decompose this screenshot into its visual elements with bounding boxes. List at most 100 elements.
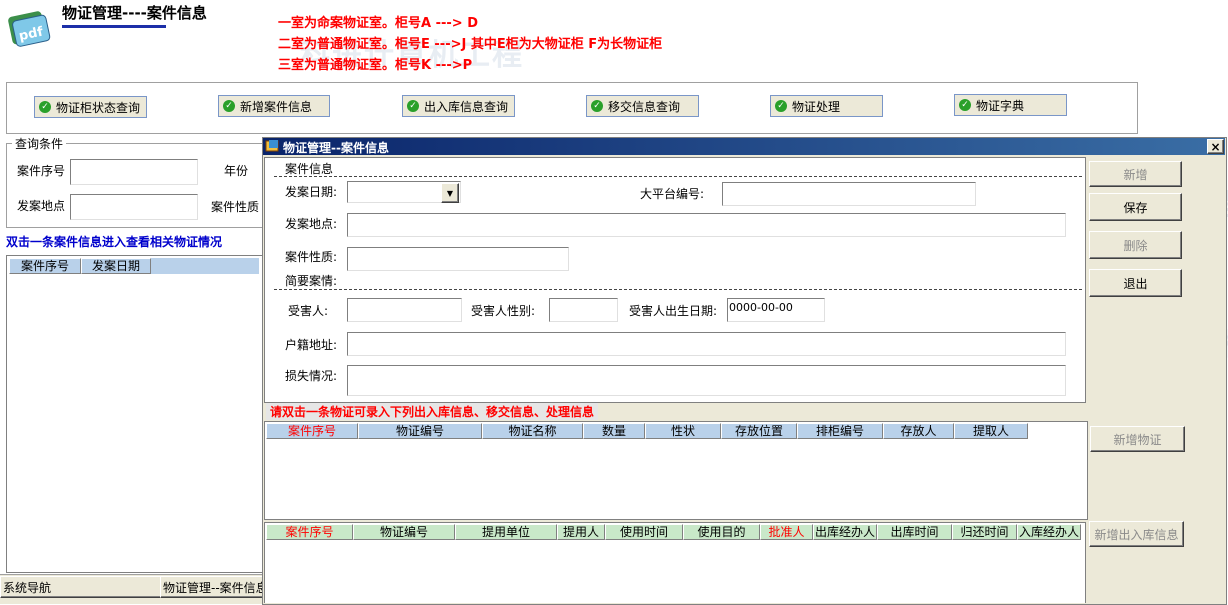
column-header[interactable]: 提用单位	[455, 524, 557, 540]
save-button-label: 保存	[1123, 200, 1148, 215]
add-inout-label: 新增出入库信息	[1094, 527, 1179, 542]
dialog-app-icon	[265, 139, 280, 153]
add-button[interactable]: 新增	[1089, 161, 1182, 187]
nav-button-label: 物证处理	[792, 99, 841, 114]
check-icon: ✓	[959, 99, 971, 111]
column-header[interactable]: 数量	[583, 423, 645, 439]
nav-evidence-dictionary-button[interactable]: ✓ 物证字典	[954, 94, 1067, 116]
summary-label: 简要案情:	[285, 274, 338, 288]
column-header[interactable]: 出库经办人	[813, 524, 877, 540]
close-icon: ×	[1210, 139, 1221, 154]
nav-button-label: 移交信息查询	[608, 99, 681, 114]
nav-button-label: 物证字典	[976, 98, 1025, 113]
location-field-label: 发案地点:	[285, 217, 338, 231]
app-logo-icon: pdf	[6, 8, 52, 48]
nature-field-input[interactable]	[347, 247, 569, 271]
nav-evidence-handling-button[interactable]: ✓ 物证处理	[770, 95, 883, 117]
victim-input[interactable]	[347, 298, 462, 322]
add-inout-button[interactable]: 新增出入库信息	[1089, 521, 1184, 547]
column-header[interactable]: 性状	[645, 423, 721, 439]
dialog-title: 物证管理--案件信息	[283, 141, 389, 155]
check-icon: ✓	[775, 100, 787, 112]
evidence-grid[interactable]: 案件序号 物证编号 物证名称 数量 性状 存放位置 排柜编号 存放人 提取人	[264, 421, 1088, 520]
room-notes: 一室为命案物证室。柜号A ---> D 二室为普通物证室。柜号E --->J 其…	[278, 13, 662, 76]
add-evidence-button[interactable]: 新增物证	[1090, 426, 1185, 452]
check-icon: ✓	[39, 101, 51, 113]
taskbar-system-nav[interactable]: 系统导航	[0, 576, 162, 598]
column-header[interactable]: 物证名称	[482, 423, 583, 439]
victim-sex-label: 受害人性别:	[471, 304, 536, 318]
check-icon: ✓	[407, 100, 419, 112]
nav-cabinet-status-button[interactable]: ✓ 物证柜状态查询	[34, 96, 147, 118]
column-header[interactable]: 归还时间	[952, 524, 1017, 540]
evidence-grid-header: 案件序号 物证编号 物证名称 数量 性状 存放位置 排柜编号 存放人 提取人	[266, 423, 1028, 439]
nav-button-label: 物证柜状态查询	[56, 100, 141, 115]
chevron-down-icon[interactable]: ▼	[441, 183, 459, 203]
column-header[interactable]: 存放位置	[721, 423, 797, 439]
location-field-input[interactable]	[347, 213, 1066, 237]
delete-button[interactable]: 删除	[1089, 231, 1182, 259]
loss-input[interactable]	[347, 365, 1066, 396]
address-input[interactable]	[347, 332, 1066, 356]
add-button-label: 新增	[1123, 167, 1148, 182]
taskbar-item-label: 系统导航	[3, 580, 52, 595]
column-header[interactable]: 出库时间	[877, 524, 952, 540]
victim-birth-value: 0000-00-00	[729, 301, 793, 314]
column-header[interactable]: 批准人	[760, 524, 813, 540]
year-label: 年份	[224, 164, 249, 178]
victim-sex-input[interactable]	[549, 298, 618, 322]
column-header[interactable]: 案件序号	[9, 258, 81, 274]
victim-label: 受害人:	[288, 304, 329, 318]
check-icon: ✓	[591, 100, 603, 112]
nav-button-label: 新增案件信息	[240, 99, 313, 114]
column-header[interactable]: 提用人	[557, 524, 605, 540]
victim-birth-label: 受害人出生日期:	[629, 304, 718, 318]
case-no-input[interactable]	[70, 159, 198, 185]
column-header[interactable]: 案件序号	[266, 423, 358, 439]
nature-label: 案件性质	[211, 200, 260, 214]
column-header[interactable]: 存放人	[883, 423, 954, 439]
taskbar-case-info[interactable]: 物证管理--案件信息	[160, 576, 266, 598]
column-header[interactable]: 入库经办人	[1017, 524, 1081, 540]
query-group-title: 查询条件	[12, 135, 67, 152]
case-list-header: 案件序号 发案日期	[9, 258, 259, 274]
location-input[interactable]	[70, 194, 198, 220]
victim-birth-input[interactable]: 0000-00-00	[727, 298, 825, 322]
column-header[interactable]: 排柜编号	[797, 423, 883, 439]
platform-no-label: 大平台编号:	[640, 187, 705, 201]
column-header[interactable]: 物证编号	[358, 423, 482, 439]
location-label: 发案地点	[17, 199, 66, 213]
column-header[interactable]: 发案日期	[81, 258, 151, 274]
add-evidence-label: 新增物证	[1113, 432, 1162, 447]
dialog-close-button[interactable]: ×	[1207, 139, 1224, 154]
save-button[interactable]: 保存	[1089, 193, 1182, 221]
page-title: 物证管理----案件信息	[62, 4, 207, 22]
case-list-grid[interactable]: 案件序号 发案日期	[6, 255, 264, 573]
column-header[interactable]: 使用目的	[683, 524, 760, 540]
nav-transfer-query-button[interactable]: ✓ 移交信息查询	[586, 95, 699, 117]
platform-no-input[interactable]	[722, 182, 976, 206]
note-line-2: 二室为普通物证室。柜号E --->J 其中E柜为大物证柜 F为长物证柜	[278, 37, 663, 52]
loss-label: 损失情况:	[285, 369, 338, 383]
exit-button[interactable]: 退出	[1089, 269, 1182, 297]
inout-grid[interactable]: 案件序号 物证编号 提用单位 提用人 使用时间 使用目的 批准人 出库经办人 出…	[264, 522, 1086, 603]
taskbar-item-label: 物证管理--案件信息	[163, 580, 266, 595]
case-list-hint: 双击一条案件信息进入查看相关物证情况	[6, 235, 223, 249]
inout-grid-header: 案件序号 物证编号 提用单位 提用人 使用时间 使用目的 批准人 出库经办人 出…	[266, 524, 1081, 540]
column-header[interactable]: 使用时间	[605, 524, 683, 540]
nav-add-case-button[interactable]: ✓ 新增案件信息	[218, 95, 330, 117]
date-label: 发案日期:	[285, 185, 338, 199]
delete-button-label: 删除	[1123, 238, 1148, 253]
check-icon: ✓	[223, 100, 235, 112]
column-header[interactable]: 物证编号	[353, 524, 455, 540]
section-title: 案件信息	[285, 162, 334, 176]
column-header[interactable]: 提取人	[954, 423, 1028, 439]
evidence-hint: 请双击一条物证可录入下列出入库信息、移交信息、处理信息	[266, 403, 599, 420]
date-picker[interactable]: ▼	[347, 181, 461, 203]
nature-field-label: 案件性质:	[285, 250, 338, 264]
note-line-3: 三室为普通物证室。柜号K --->P	[278, 58, 473, 73]
column-header[interactable]: 案件序号	[266, 524, 353, 540]
dialog-title-bar	[263, 138, 1225, 155]
exit-button-label: 退出	[1123, 276, 1148, 291]
nav-inout-query-button[interactable]: ✓ 出入库信息查询	[402, 95, 515, 117]
